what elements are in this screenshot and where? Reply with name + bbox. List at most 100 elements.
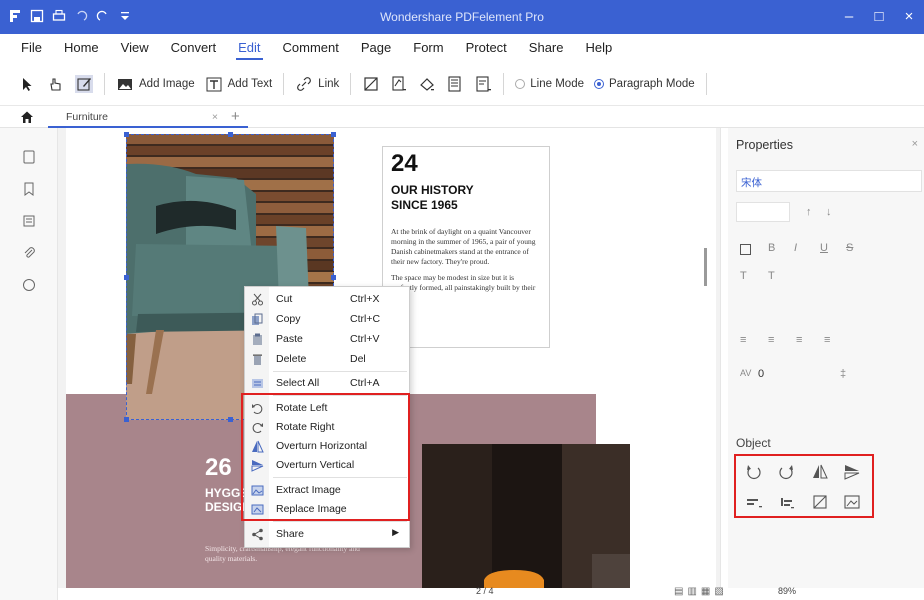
strikethrough-button[interactable]: S [846,242,853,254]
menu-item-copy[interactable]: Copy Ctrl+C [245,310,409,329]
menu-item-select-all[interactable]: Select All Ctrl+A [245,374,409,393]
resize-handle[interactable] [124,417,129,422]
history-number[interactable]: 24 [391,151,541,177]
tab-furniture[interactable]: Furniture × [48,106,248,128]
menu-page[interactable]: Page [350,34,402,62]
menu-item-label: Select All [276,377,320,389]
vertical-scrollbar-thumb[interactable] [704,248,707,286]
history-heading-line-2: SINCE 1965 [391,198,458,212]
menu-item-share[interactable]: Share ▶ [245,525,409,544]
thumbnails-icon[interactable] [22,150,36,164]
replace-image-icon[interactable] [842,492,862,512]
resize-handle[interactable] [228,132,233,137]
underline-button[interactable]: U [820,242,828,254]
bates-number-button[interactable] [469,68,497,100]
properties-close-icon[interactable]: × [912,138,918,150]
decrease-font-size-icon[interactable]: ↓ [826,206,832,218]
resize-handle[interactable] [331,132,336,137]
add-image-label: Add Image [139,77,195,90]
comments-panel-icon[interactable] [22,214,36,228]
section-number[interactable]: 26 [205,454,232,482]
link-label: Link [318,77,340,90]
menu-home[interactable]: Home [53,34,110,62]
watermark-button[interactable] [385,68,413,100]
watermark-icon [390,75,408,93]
history-heading-line-1: OUR HISTORY [391,183,474,197]
zoom-level[interactable]: 89% [778,586,796,596]
flip-horizontal-icon[interactable] [810,462,830,482]
italic-button[interactable]: I [794,242,797,254]
menu-protect[interactable]: Protect [455,34,518,62]
page-indicator[interactable]: 2 / 4 [476,586,494,596]
left-sidebar [0,128,58,600]
menu-item-paste[interactable]: Paste Ctrl+V [245,330,409,349]
align-justify-icon[interactable]: ≡ [824,334,830,346]
align-right-icon[interactable]: ≡ [796,334,802,346]
menu-share[interactable]: Share [518,34,575,62]
menu-item-cut[interactable]: Cut Ctrl+X [245,290,409,309]
menu-view[interactable]: View [110,34,160,62]
menu-item-delete[interactable]: Delete Del [245,350,409,369]
window-title: Wondershare PDFelement Pro [380,10,544,24]
history-paragraph-1[interactable]: At the brink of daylight on a quaint Van… [391,227,541,267]
add-image-button[interactable]: Add Image [111,68,200,100]
increase-font-size-icon[interactable]: ↑ [806,206,812,218]
bookmark-icon[interactable] [22,182,36,196]
paragraph-mode-option[interactable]: Paragraph Mode [589,68,700,100]
menu-form[interactable]: Form [402,34,454,62]
edit-tool-button[interactable] [70,68,98,100]
history-heading[interactable]: OUR HISTORY SINCE 1965 [391,183,541,213]
menu-edit[interactable]: Edit [227,34,271,62]
line-spacing-icon[interactable]: ‡ [840,368,846,380]
new-tab-button[interactable]: + [231,108,240,125]
close-icon[interactable]: × [894,0,924,34]
menu-help[interactable]: Help [575,34,624,62]
maximize-icon[interactable]: □ [864,0,894,34]
add-text-button[interactable]: Add Text [200,68,278,100]
font-color-icon[interactable] [740,244,751,258]
superscript-button[interactable]: T [740,270,747,282]
font-size-dropdown[interactable] [736,202,790,222]
hand-tool-button[interactable] [42,68,70,100]
lamp-photo[interactable] [422,444,630,600]
search-panel-icon[interactable] [22,278,36,292]
align-objects-icon[interactable] [744,492,764,512]
subscript-button[interactable]: T [768,270,775,282]
align-center-icon[interactable]: ≡ [768,334,774,346]
align-left-icon[interactable]: ≡ [740,334,746,346]
line-mode-radio[interactable] [515,78,526,89]
resize-handle[interactable] [228,417,233,422]
view-mode-icons[interactable]: ▤▥▦▧ [674,586,728,597]
crop-button[interactable] [357,68,385,100]
resize-handle[interactable] [124,275,129,280]
menu-comment[interactable]: Comment [272,34,350,62]
title-bar: Wondershare PDFelement Pro – □ × [0,0,924,34]
home-icon[interactable] [20,110,34,124]
minimize-icon[interactable]: – [834,0,864,34]
menu-file[interactable]: File [10,34,53,62]
line-mode-option[interactable]: Line Mode [510,68,589,100]
resize-handle[interactable] [331,275,336,280]
paste-icon [251,333,264,346]
attachment-icon[interactable] [22,246,36,260]
resize-handle[interactable] [124,132,129,137]
font-family-dropdown[interactable]: 宋体 [736,170,922,192]
panel-splitter[interactable] [704,128,728,600]
tab-close-icon[interactable]: × [212,106,218,128]
rotate-left-icon[interactable] [744,462,764,482]
menu-convert[interactable]: Convert [160,34,228,62]
copy-icon [251,313,264,326]
distribute-objects-icon[interactable] [776,492,796,512]
bold-button[interactable]: B [768,242,775,254]
background-button[interactable] [413,68,441,100]
char-spacing-value[interactable]: 0 [758,368,764,380]
header-footer-button[interactable] [441,68,469,100]
rotate-right-icon[interactable] [776,462,796,482]
paragraph-mode-radio[interactable] [594,78,604,89]
crop-image-icon[interactable] [810,492,830,512]
history-paragraph-2[interactable]: The space may be modest in size but it i… [391,273,541,303]
flip-vertical-icon[interactable] [842,462,862,482]
menu-separator [273,371,407,372]
link-button[interactable]: Link [290,68,344,100]
select-tool-button[interactable] [14,68,42,100]
